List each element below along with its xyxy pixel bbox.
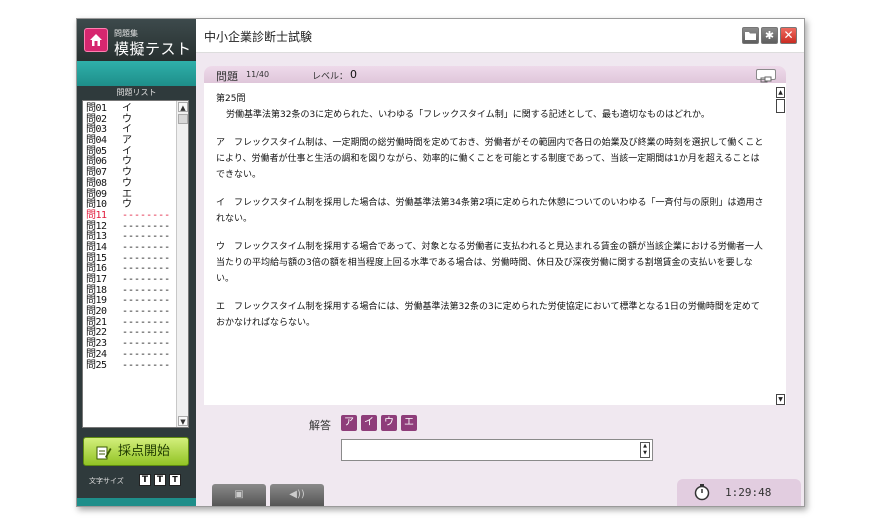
question-list-header: 問題リスト [116, 88, 157, 97]
scroll-thumb[interactable] [178, 114, 188, 124]
app-window: 問題集 模擬テスト 問題リスト 問01 イ問02 ウ問03 イ問04 ア問05 イ問06 ウ… [76, 18, 805, 507]
image-button[interactable]: ▣ [212, 484, 266, 506]
scroll-down-icon[interactable]: ▼ [776, 394, 785, 405]
question-label: 問題 [216, 70, 238, 83]
font-size-medium-button[interactable]: T [154, 474, 166, 486]
gear-icon[interactable]: ✱ [761, 27, 778, 44]
scroll-up-icon[interactable]: ▲ [776, 87, 785, 98]
scroll-up-icon[interactable]: ▲ [178, 102, 188, 112]
memo-icon [96, 444, 112, 471]
level-value: 0 [350, 68, 357, 81]
question-number-label: 問25 [86, 359, 107, 371]
question-list-rows: 問01 イ問02 ウ問03 イ問04 ア問05 イ問06 ウ問07 ウ問08 ウ問09 エ問10 ウ… [86, 103, 174, 372]
question-answer-value: -------- [122, 209, 171, 221]
question-number-label: 問11 [86, 209, 107, 221]
sidebar: 問題集 模擬テスト 問題リスト 問01 イ問02 ウ問03 イ問04 ア問05 イ問06 ウ… [77, 19, 196, 506]
question-counter: 11/40 [246, 70, 270, 79]
answer-label: 解答 [309, 419, 331, 432]
window-title: 中小企業診断士試験 [204, 30, 313, 44]
question-list-item[interactable]: 問11 -------- [86, 209, 174, 222]
choice-i-button[interactable]: イ [361, 415, 377, 431]
question-list-item[interactable]: 問24 -------- [86, 348, 174, 361]
font-size-large-button[interactable]: T [139, 474, 151, 486]
choice-u-button[interactable]: ウ [381, 415, 397, 431]
option-i: イ フレックスタイム制を採用した場合は、労働基準法第34条第2項に定められた休憩… [216, 198, 764, 224]
option-a: ア フレックスタイム制は、一定期間の総労働時間を定めておき、労働者がその範囲内で… [216, 138, 764, 180]
question-answer-value: -------- [122, 359, 171, 371]
answer-field[interactable]: ▲ ▼ [341, 439, 653, 461]
timer: 1:29:48 [677, 479, 801, 506]
question-number-label: 問24 [86, 348, 107, 360]
answer-spinner[interactable]: ▲ ▼ [640, 442, 650, 458]
sound-button[interactable]: ◀)) [270, 484, 324, 506]
logo-title: 模擬テスト [114, 40, 192, 58]
choice-e-button[interactable]: エ [401, 415, 417, 431]
close-icon[interactable]: ✕ [780, 27, 797, 44]
question-list[interactable]: 問01 イ問02 ウ問03 イ問04 ア問05 イ問06 ウ問07 ウ問08 ウ問09 エ問10 ウ… [82, 100, 189, 428]
scroll-down-icon[interactable]: ▼ [178, 416, 188, 426]
question-header: 問題 11/40 レベル： 0 [204, 66, 786, 83]
stopwatch-icon [693, 483, 711, 505]
option-e: エ フレックスタイム制を採用する場合には、労働基準法第32条の3に定められた労使… [216, 302, 760, 328]
level-label: レベル： [312, 72, 349, 82]
question-stem: 労働基準法第32条の3に定められた、いわゆる「フレックスタイム制」に関する記述と… [226, 110, 710, 120]
sound-icon: ◀)) [289, 489, 305, 500]
question-answer-value: ウ [122, 177, 132, 189]
font-size-small-button[interactable]: T [169, 474, 181, 486]
question-answer-value: -------- [122, 348, 171, 360]
choice-a-button[interactable]: ア [341, 415, 357, 431]
timer-value: 1:29:48 [725, 486, 772, 499]
sidebar-bottom-band [77, 498, 196, 506]
question-number-label: 問08 [86, 177, 107, 189]
expand-icon[interactable] [756, 69, 776, 83]
question-number: 第25問 [216, 94, 246, 104]
app-logo: 問題集 模擬テスト [77, 19, 196, 61]
font-size-label: 文字サイズ [89, 477, 124, 485]
question-text: 第25問 労働基準法第32条の3に定められた、いわゆる「フレックスタイム制」に関… [216, 91, 768, 331]
question-list-item[interactable]: 問08 ウ [86, 177, 174, 190]
image-icon: ▣ [234, 489, 244, 500]
scroll-thumb[interactable] [776, 99, 785, 113]
sidebar-band [77, 61, 196, 86]
question-list-item[interactable]: 問25 -------- [86, 359, 174, 372]
home-icon [84, 28, 108, 52]
start-grading-button[interactable]: 採点開始 [83, 437, 189, 466]
question-scrollbar[interactable]: ▲ ▼ [775, 87, 786, 405]
option-u: ウ フレックスタイム制を採用する場合であって、対象となる労働者に支払われると見込… [216, 242, 763, 284]
title-bar: 中小企業診断士試験 ✱ ✕ [196, 19, 804, 53]
question-list-scrollbar[interactable]: ▲ ▼ [176, 101, 188, 427]
question-body: 第25問 労働基準法第32条の3に定められた、いわゆる「フレックスタイム制」に関… [204, 83, 786, 405]
folder-icon[interactable] [742, 27, 759, 44]
start-grading-label: 採点開始 [118, 444, 171, 459]
